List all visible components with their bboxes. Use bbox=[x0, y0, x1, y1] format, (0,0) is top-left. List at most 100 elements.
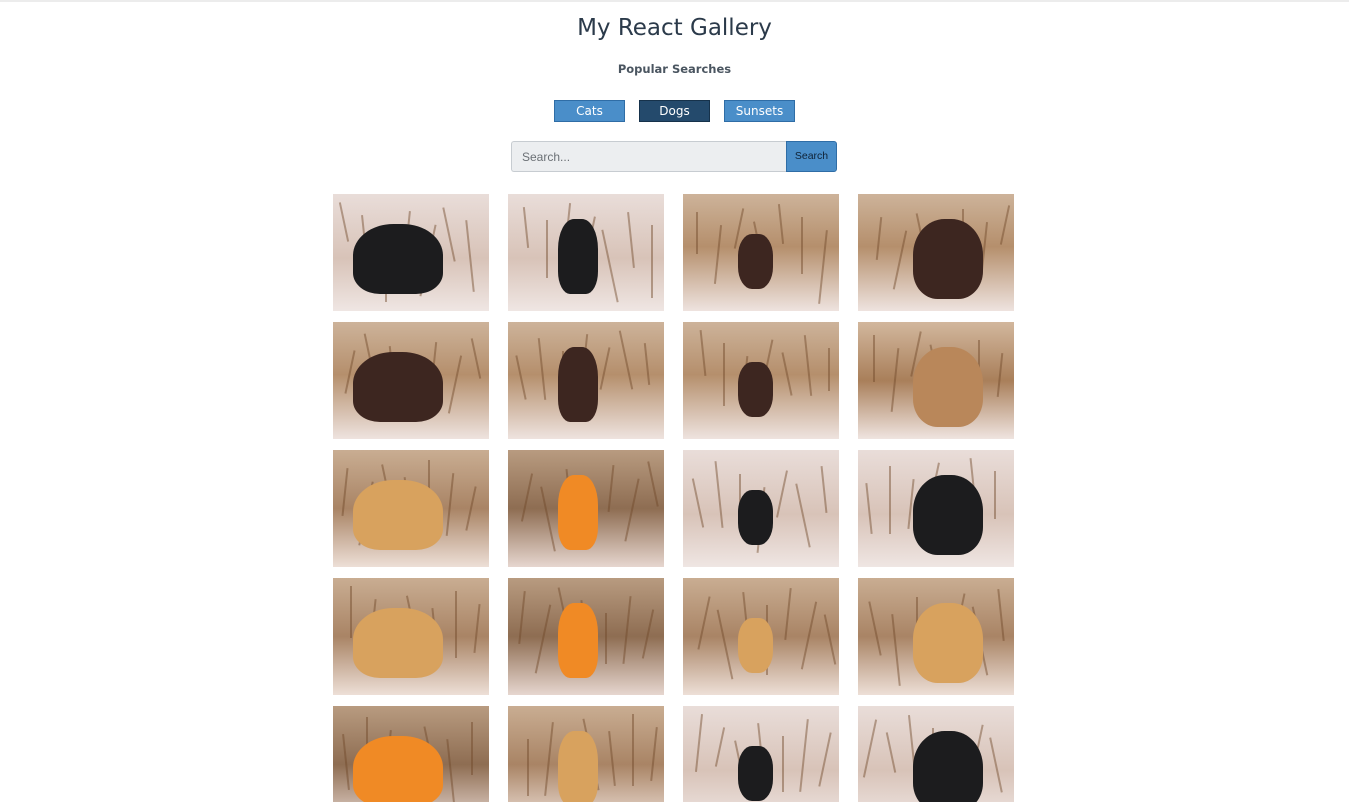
grass-stroke bbox=[694, 714, 704, 772]
gallery-photo[interactable] bbox=[683, 194, 839, 311]
hunter-figure bbox=[558, 603, 598, 678]
gallery-photo[interactable] bbox=[333, 578, 489, 695]
nav-button-dogs[interactable]: Dogs bbox=[639, 100, 710, 122]
gallery-photo[interactable] bbox=[508, 450, 664, 567]
gallery-photo[interactable] bbox=[508, 322, 664, 439]
grass-stroke bbox=[520, 473, 534, 522]
page-title: My React Gallery bbox=[577, 15, 772, 41]
yellow-dog-figure bbox=[913, 603, 983, 683]
grass-stroke bbox=[540, 486, 556, 552]
grass-stroke bbox=[713, 225, 723, 284]
grass-stroke bbox=[696, 212, 698, 254]
grass-stroke bbox=[641, 609, 655, 659]
grass-stroke bbox=[442, 207, 456, 262]
gallery-photo[interactable] bbox=[683, 322, 839, 439]
grass-stroke bbox=[338, 202, 350, 242]
yellow-dog-figure bbox=[558, 731, 598, 802]
popular-searches-heading: Popular Searches bbox=[617, 62, 732, 76]
grass-stroke bbox=[777, 204, 785, 244]
grass-stroke bbox=[691, 478, 705, 528]
grass-stroke bbox=[455, 591, 457, 658]
grass-stroke bbox=[999, 205, 1011, 245]
grass-stroke bbox=[601, 229, 619, 303]
grass-stroke bbox=[781, 352, 793, 396]
grass-stroke bbox=[820, 466, 828, 513]
search-input[interactable] bbox=[511, 141, 786, 172]
brown-dog-figure bbox=[738, 362, 773, 417]
app-container: My React Gallery Popular Searches Cats D… bbox=[0, 0, 1349, 802]
grass-stroke bbox=[782, 736, 784, 792]
nav-button-cats[interactable]: Cats bbox=[554, 100, 625, 122]
brown-dog-figure bbox=[558, 347, 598, 422]
grass-stroke bbox=[997, 589, 1005, 641]
grass-stroke bbox=[622, 596, 632, 664]
grass-stroke bbox=[799, 719, 809, 792]
grass-stroke bbox=[599, 347, 611, 390]
gallery-photo[interactable] bbox=[858, 194, 1014, 311]
grass-stroke bbox=[342, 734, 350, 790]
grass-stroke bbox=[890, 348, 900, 412]
grass-stroke bbox=[776, 470, 788, 518]
grass-stroke bbox=[546, 220, 548, 278]
black-dog-figure bbox=[738, 746, 773, 801]
grass-stroke bbox=[714, 727, 726, 767]
grass-stroke bbox=[544, 722, 554, 796]
grass-stroke bbox=[341, 468, 349, 516]
grass-stroke bbox=[795, 483, 811, 548]
grass-stroke bbox=[803, 335, 813, 396]
hunter-figure bbox=[353, 736, 443, 802]
gallery-photo[interactable] bbox=[333, 706, 489, 802]
grass-stroke bbox=[627, 212, 635, 268]
grass-stroke bbox=[784, 588, 792, 640]
grass-stroke bbox=[714, 461, 724, 528]
gallery-photo[interactable] bbox=[858, 578, 1014, 695]
gallery-photo[interactable] bbox=[508, 194, 664, 311]
grass-stroke bbox=[527, 739, 529, 796]
grass-stroke bbox=[865, 483, 873, 534]
gallery-photo[interactable] bbox=[683, 450, 839, 567]
grass-stroke bbox=[618, 330, 634, 390]
grass-stroke bbox=[470, 338, 482, 379]
grass-stroke bbox=[537, 338, 547, 400]
gallery-photo[interactable] bbox=[858, 322, 1014, 439]
gallery-photo[interactable] bbox=[858, 706, 1014, 802]
gallery-photo[interactable] bbox=[333, 450, 489, 567]
grass-stroke bbox=[534, 604, 552, 674]
grass-stroke bbox=[823, 614, 837, 665]
grass-stroke bbox=[994, 471, 996, 519]
gallery-photo[interactable] bbox=[508, 578, 664, 695]
grass-stroke bbox=[446, 739, 456, 802]
grass-stroke bbox=[447, 355, 463, 414]
brown-dog-figure bbox=[738, 234, 773, 289]
grass-stroke bbox=[522, 207, 530, 248]
grass-stroke bbox=[624, 478, 640, 542]
grass-stroke bbox=[647, 461, 659, 507]
brown-dog-figure bbox=[913, 219, 983, 299]
grass-stroke bbox=[868, 601, 882, 656]
nav-button-sunsets[interactable]: Sunsets bbox=[724, 100, 795, 122]
gallery-photo[interactable] bbox=[508, 706, 664, 802]
grass-stroke bbox=[699, 330, 707, 376]
search-button[interactable]: Search bbox=[786, 141, 837, 172]
yellow-dog-figure bbox=[353, 480, 443, 550]
gallery-photo[interactable] bbox=[333, 322, 489, 439]
grass-stroke bbox=[607, 465, 615, 512]
black-dog-figure bbox=[913, 731, 983, 802]
grass-stroke bbox=[800, 601, 818, 670]
grass-stroke bbox=[862, 719, 878, 778]
grass-stroke bbox=[651, 225, 653, 298]
grass-stroke bbox=[632, 714, 634, 786]
gallery-photo[interactable] bbox=[858, 450, 1014, 567]
grass-stroke bbox=[892, 230, 908, 290]
brown-dog-figure bbox=[353, 352, 443, 422]
grass-stroke bbox=[465, 220, 475, 292]
gallery-photo[interactable] bbox=[333, 194, 489, 311]
grass-stroke bbox=[818, 732, 832, 787]
grass-stroke bbox=[723, 343, 725, 406]
black-dog-figure bbox=[738, 490, 773, 545]
grass-stroke bbox=[608, 731, 616, 786]
grass-stroke bbox=[891, 614, 901, 686]
grass-stroke bbox=[873, 335, 875, 382]
gallery-photo[interactable] bbox=[683, 706, 839, 802]
gallery-photo[interactable] bbox=[683, 578, 839, 695]
